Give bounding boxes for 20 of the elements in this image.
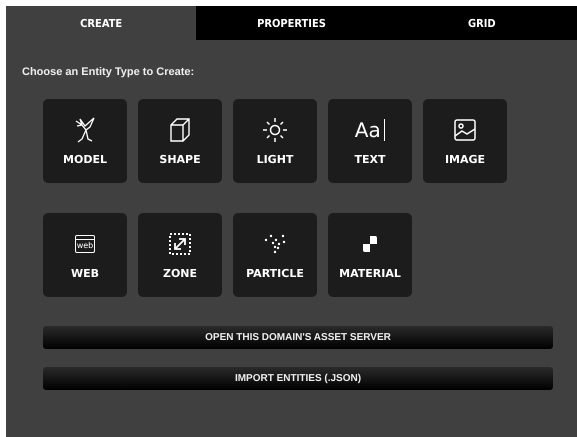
entity-type-button[interactable]: PARTICLE xyxy=(233,213,317,297)
tab[interactable]: CREATE xyxy=(6,6,196,40)
checker-icon xyxy=(363,236,377,252)
entity-type-button[interactable]: Aa TEXT xyxy=(328,99,412,183)
sun-icon xyxy=(262,117,288,143)
entity-type-button[interactable]: web WEB xyxy=(43,213,127,297)
cube-icon xyxy=(169,117,191,143)
entity-type-button[interactable]: LIGHT xyxy=(233,99,317,183)
entity-type-button[interactable]: MODEL xyxy=(43,99,127,183)
entity-type-button[interactable]: MATERIAL xyxy=(328,213,412,297)
dots-icon xyxy=(264,234,286,254)
entity-type-button[interactable]: SHAPE xyxy=(138,99,222,183)
entity-type-button[interactable]: IMAGE xyxy=(423,99,507,183)
browser-window-icon: web xyxy=(75,235,95,253)
entity-type-button[interactable]: ZONE xyxy=(138,213,222,297)
action-button[interactable]: IMPORT ENTITIES (.JSON) xyxy=(43,367,553,390)
bird-icon xyxy=(74,117,96,143)
prompt-label: Choose an Entity Type to Create: xyxy=(21,65,196,80)
image-icon xyxy=(454,119,476,141)
action-button[interactable]: OPEN THIS DOMAIN'S ASSET SERVER xyxy=(43,326,553,349)
